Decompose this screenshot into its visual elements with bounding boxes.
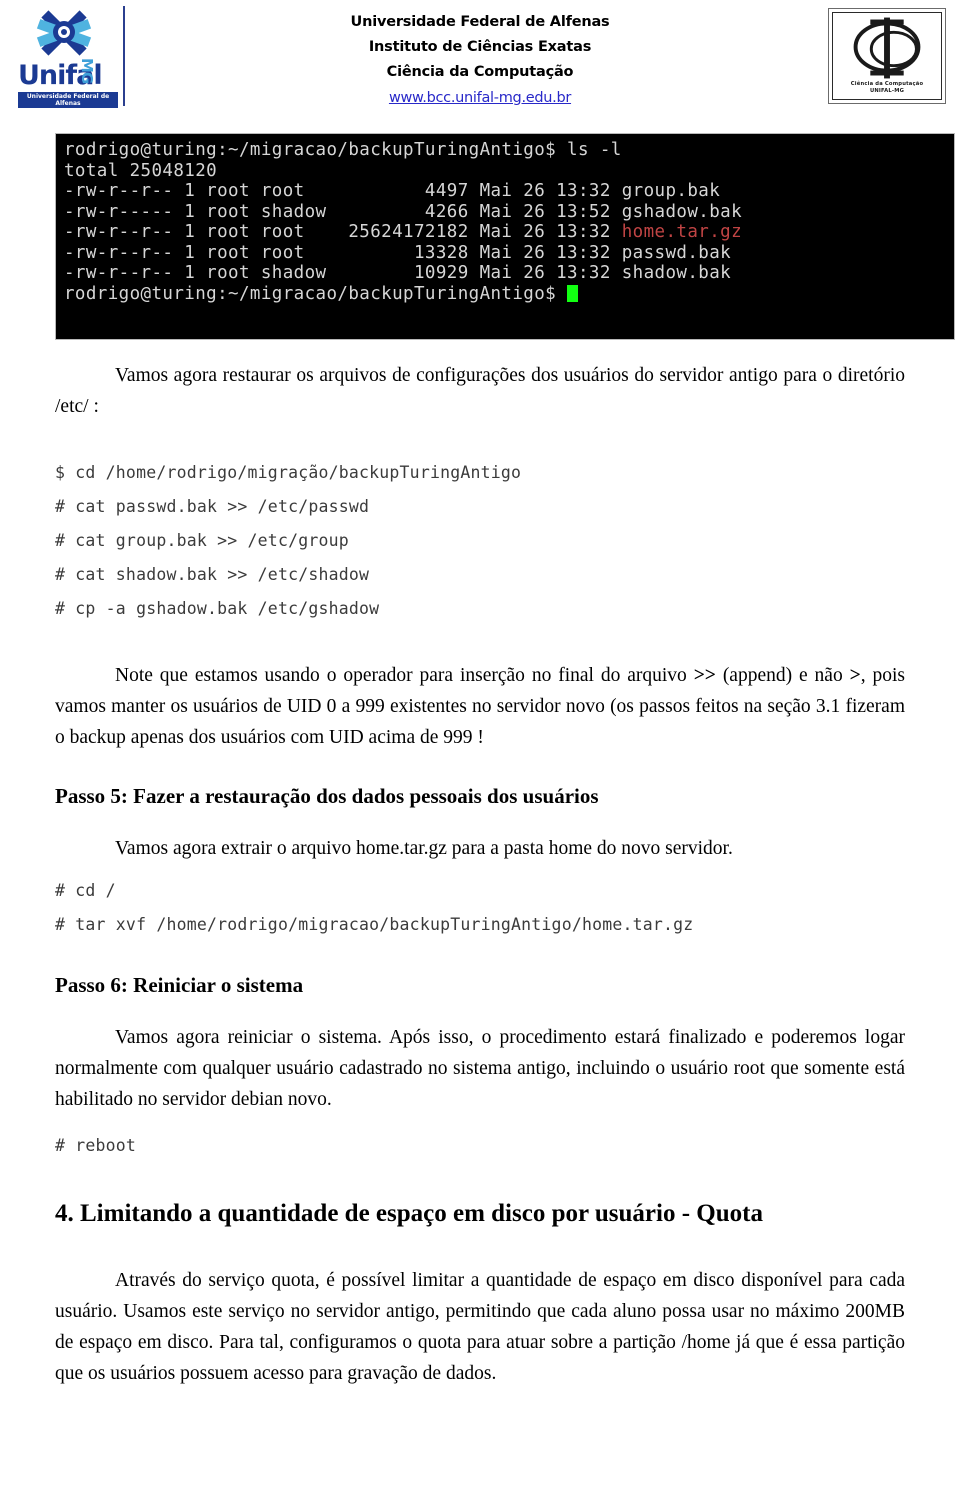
- code-block-reboot: # reboot: [55, 1129, 905, 1163]
- terminal-line: -rw-r----- 1 root shadow 4266 Mai 26 13:…: [64, 201, 743, 222]
- terminal-line: -rw-r--r-- 1 root root 13328 Mai 26 13:3…: [64, 242, 732, 263]
- terminal-screenshot: rodrigo@turing:~/migracao/backupTuringAn…: [55, 133, 955, 340]
- operator-overwrite: >: [849, 665, 861, 686]
- paragraph-passo-5: Vamos agora extrair o arquivo home.tar.g…: [115, 838, 733, 859]
- terminal-prompt: rodrigo@turing:~/migracao/backupTuringAn…: [64, 283, 568, 304]
- bcc-logo: Ciência da Computação UNIFAL-MG: [828, 8, 946, 104]
- code-block-restore: $ cd /home/rodrigo/migração/backupTuring…: [55, 456, 905, 626]
- code-line: $ cd /home/rodrigo/migração/backupTuring…: [55, 463, 522, 482]
- code-block-extract: # cd / # tar xvf /home/rodrigo/migracao/…: [55, 874, 905, 942]
- code-line: # reboot: [55, 1136, 137, 1155]
- bcc-emblem-icon: [853, 17, 921, 79]
- unifal-subtitle: Universidade Federal de Alfenas: [18, 92, 118, 108]
- unifal-mg-suffix: MG: [78, 58, 96, 84]
- terminal-line: -rw-r--r-- 1 root root 4497 Mai 26 13:32…: [64, 181, 721, 201]
- institution-name: Universidade Federal de Alfenas: [350, 14, 610, 30]
- bcc-caption-line1: Ciência da Computação: [850, 81, 924, 87]
- code-line: # cat group.bak >> /etc/group: [55, 531, 349, 550]
- code-line: # tar xvf /home/rodrigo/migracao/backupT…: [55, 915, 694, 934]
- terminal-line: -rw-r--r-- 1 root shadow 10929 Mai 26 13…: [64, 263, 732, 283]
- operator-append: >>: [693, 665, 716, 686]
- note-text-part1: Note que estamos usando o operador para …: [115, 665, 694, 686]
- paragraph-append-note: Note que estamos usando o operador para …: [55, 660, 905, 753]
- course-name: Ciência da Computação: [386, 64, 574, 80]
- terminal-highlight-filename: home.tar.gz: [621, 222, 743, 242]
- terminal-line: rodrigo@turing:~/migracao/backupTuringAn…: [64, 140, 622, 160]
- code-line: # cp -a gshadow.bak /etc/gshadow: [55, 599, 380, 618]
- unifal-logo: Unifal MG Universidade Federal de Alfena…: [18, 6, 125, 108]
- code-line: # cat shadow.bak >> /etc/shadow: [55, 565, 370, 584]
- terminal-line-highlight: -rw-r--r-- 1 root root 25624172182 Mai 2…: [64, 222, 954, 243]
- terminal-line-prefix: -rw-r--r-- 1 root root 25624172182 Mai 2…: [64, 222, 622, 242]
- header-institution-block: Universidade Federal de Alfenas Institut…: [240, 10, 720, 111]
- institute-name: Instituto de Ciências Exatas: [368, 39, 592, 55]
- heading-passo-6: Passo 6: Reiniciar o sistema: [55, 973, 304, 997]
- document-body: Vamos agora restaurar os arquivos de con…: [55, 360, 905, 1389]
- unifal-emblem-icon: [18, 6, 110, 64]
- terminal-prompt-line: rodrigo@turing:~/migracao/backupTuringAn…: [64, 284, 954, 305]
- paragraph-restore-config: Vamos agora restaurar os arquivos de con…: [55, 365, 905, 417]
- note-text-part2: (append) e não: [715, 665, 850, 686]
- bcc-logo-caption: Ciência da Computação UNIFAL-MG: [833, 81, 941, 95]
- department-website-link[interactable]: www.bcc.unifal-mg.edu.br: [240, 85, 720, 111]
- paragraph-passo-6: Vamos agora reiniciar o sistema. Após is…: [55, 1027, 905, 1110]
- heading-passo-5: Passo 5: Fazer a restauração dos dados p…: [55, 784, 599, 808]
- bcc-caption-line2: UNIFAL-MG: [869, 88, 905, 94]
- code-line: # cd /: [55, 881, 116, 900]
- page-header: Unifal MG Universidade Federal de Alfena…: [0, 0, 960, 118]
- terminal-cursor: [567, 284, 579, 302]
- bcc-logo-frame: Ciência da Computação UNIFAL-MG: [832, 12, 942, 100]
- paragraph-quota: Através do serviço quota, é possível lim…: [55, 1270, 905, 1384]
- terminal-line: total 25048120: [64, 160, 218, 181]
- heading-secao-4: 4. Limitando a quantidade de espaço em d…: [55, 1200, 763, 1227]
- code-line: # cat passwd.bak >> /etc/passwd: [55, 497, 370, 516]
